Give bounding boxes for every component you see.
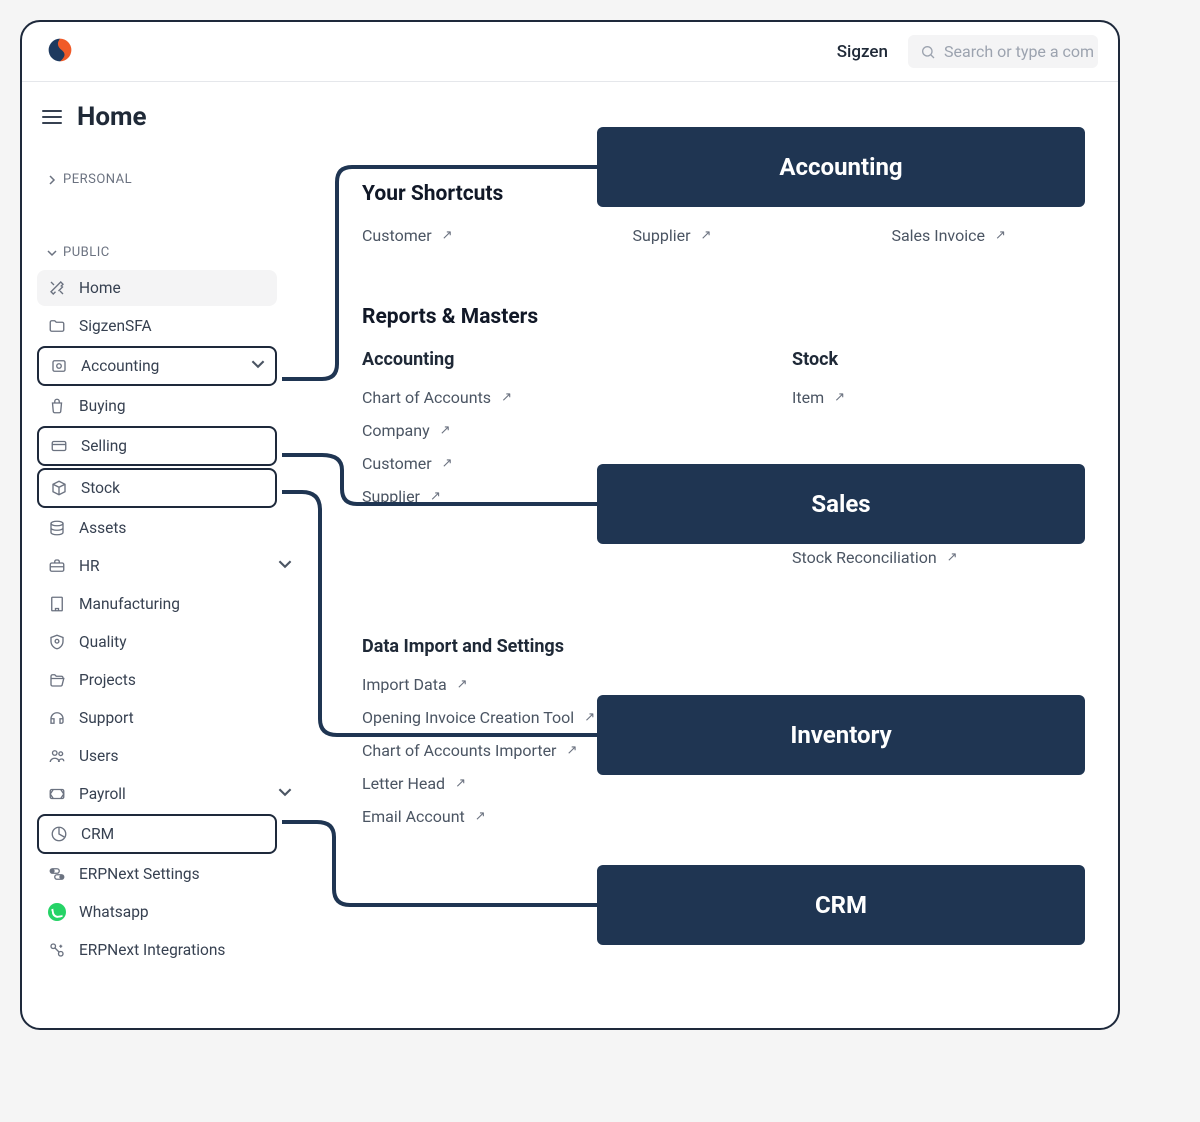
callout-inventory: Inventory [597, 695, 1085, 775]
callout-sales: Sales [597, 464, 1085, 544]
app-window: Sigzen Search or type a com Home PERSONA… [20, 20, 1120, 1030]
callout-accounting: Accounting [597, 127, 1085, 207]
callout-crm: CRM [597, 865, 1085, 945]
